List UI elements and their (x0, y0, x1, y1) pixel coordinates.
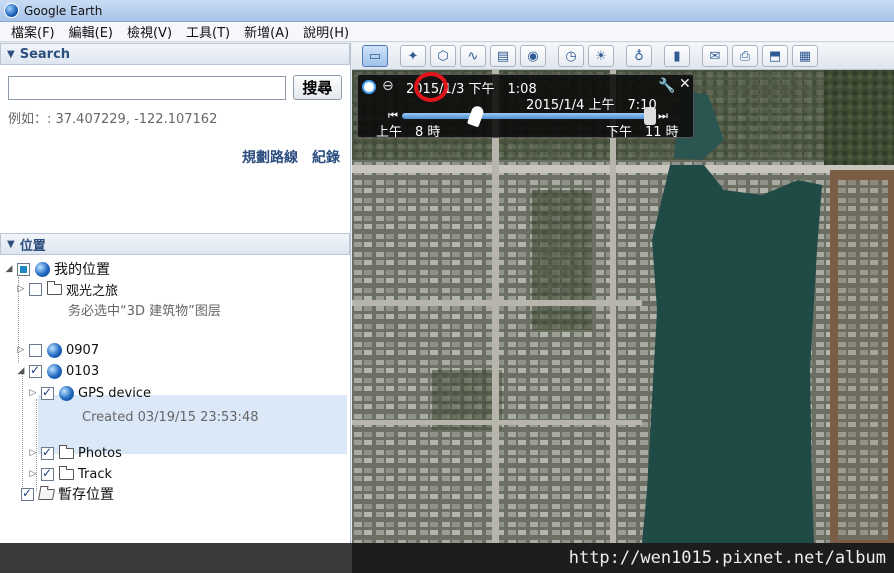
menu-view[interactable]: 檢視(V) (120, 22, 179, 41)
toolbar: ▭ ✦ ⬡ ∿ ▤ ◉ ◷ ☀ ♁ ▮ ✉ ⎙ ⬒ ▦ (352, 43, 894, 70)
time-slider-panel: ⊖ 2015/1/3 下午 1:08 2015/1/4 上午 7:10 🔧 ✕ … (357, 74, 694, 140)
expanded-arrow-icon[interactable]: ◢ (16, 366, 26, 376)
tree-row-photos[interactable]: ▷ Photos (28, 443, 122, 463)
history-link[interactable]: 紀錄 (312, 147, 340, 167)
folder-icon (59, 465, 74, 480)
collapsed-arrow-icon[interactable]: ▷ (28, 469, 38, 479)
tree-label: 我的位置 (54, 262, 110, 278)
ruler-icon[interactable]: ▮ (664, 45, 690, 67)
search-input[interactable] (8, 75, 286, 100)
tree-label: 观光之旅 (66, 283, 119, 299)
tree-row-0103[interactable]: ◢ 0103 (16, 361, 99, 381)
tree-row-temporary-places[interactable]: 暫存位置 (8, 484, 114, 504)
checkbox[interactable] (17, 262, 30, 276)
search-button[interactable]: 搜尋 (292, 75, 342, 100)
search-panel-header[interactable]: ▼ Search (0, 43, 350, 65)
clock-icon[interactable] (362, 80, 376, 94)
tree-connector (22, 373, 23, 501)
search-hint: 例如：: 37.407229, -122.107162 (8, 112, 218, 127)
placemark-icon[interactable]: ✦ (400, 45, 426, 67)
folder-icon (59, 444, 74, 459)
time-range-start-label: 上午 8 時 (376, 125, 441, 140)
expanded-arrow-icon[interactable]: ◢ (4, 264, 14, 274)
watermark: http://wen1015.pixnet.net/album (352, 543, 894, 573)
planet-icon[interactable]: ♁ (626, 45, 652, 67)
tree-row-track[interactable]: ▷ Track (28, 464, 112, 484)
directions-link[interactable]: 規劃路線 (242, 147, 298, 167)
checkbox[interactable] (29, 363, 42, 378)
tour-description: 务必选中“3D 建筑物”图层 (68, 304, 221, 319)
tree-label: Track (78, 466, 113, 482)
checkbox[interactable] (41, 445, 54, 460)
time-current-label: 2015/1/4 上午 7:10 (526, 98, 657, 113)
print-icon[interactable]: ⎙ (732, 45, 758, 67)
menu-file[interactable]: 檔案(F) (4, 22, 62, 41)
zoom-out-icon[interactable]: ⊖ (382, 78, 394, 94)
globe-icon (35, 261, 50, 277)
collapsed-arrow-icon[interactable]: ▷ (28, 388, 38, 398)
email-icon[interactable]: ✉ (702, 45, 728, 67)
collapse-triangle-icon[interactable]: ▼ (7, 239, 15, 250)
tree-label: 0103 (66, 363, 100, 379)
tree-label: GPS device (78, 385, 151, 401)
checkbox[interactable] (29, 343, 42, 357)
checkbox[interactable] (41, 466, 54, 481)
places-tree: ◢ 我的位置 ▷ 观光之旅 务必选中“3D 建筑物”图层 ▷ 0907 ◢ 01… (0, 255, 350, 543)
globe-icon (47, 363, 62, 379)
tree-label: Photos (78, 445, 122, 461)
time-range-end-label: 下午 11 時 (606, 125, 679, 140)
menu-tools[interactable]: 工具(T) (179, 22, 237, 41)
time-slider-handle[interactable] (466, 104, 486, 128)
historical-imagery-icon[interactable]: ◷ (558, 45, 584, 67)
left-panel: ▼ Search 搜尋 例如：: 37.407229, -122.107162 … (0, 43, 351, 543)
annotation-red-circle (414, 72, 448, 102)
tree-row-gps-device[interactable]: ▷ GPS device (28, 383, 151, 403)
checkbox[interactable] (29, 282, 42, 296)
checkbox[interactable] (21, 486, 34, 501)
collapsed-arrow-icon[interactable]: ▷ (16, 345, 26, 355)
close-icon[interactable]: ✕ (679, 76, 691, 92)
google-earth-icon (4, 3, 19, 18)
polygon-icon[interactable]: ⬡ (430, 45, 456, 67)
window-title: Google Earth (24, 3, 103, 18)
tree-label: 0907 (66, 342, 100, 358)
sidebar-toggle-icon[interactable]: ▭ (362, 45, 388, 67)
open-folder-icon (38, 488, 55, 500)
map-view[interactable] (352, 70, 894, 543)
image-overlay-icon[interactable]: ▤ (490, 45, 516, 67)
places-panel-header[interactable]: ▼ 位置 (0, 233, 350, 255)
folder-icon (47, 280, 62, 295)
tree-row-0907[interactable]: ▷ 0907 (16, 340, 99, 360)
search-panel-title: Search (19, 46, 71, 62)
view-in-maps-icon[interactable]: ▦ (792, 45, 818, 67)
collapsed-arrow-icon[interactable]: ▷ (16, 284, 26, 294)
menu-edit[interactable]: 編輯(E) (62, 22, 120, 41)
collapse-triangle-icon[interactable]: ▼ (7, 49, 15, 60)
search-panel: 搜尋 例如：: 37.407229, -122.107162 規劃路線 紀錄 (0, 65, 350, 233)
tree-row-my-places[interactable]: ◢ 我的位置 (4, 259, 110, 279)
save-image-icon[interactable]: ⬒ (762, 45, 788, 67)
sunlight-icon[interactable]: ☀ (588, 45, 614, 67)
tree-label: 暫存位置 (58, 487, 114, 503)
record-tour-icon[interactable]: ◉ (520, 45, 546, 67)
menu-bar: 檔案(F) 編輯(E) 檢視(V) 工具(T) 新增(A) 說明(H) (0, 22, 894, 42)
menu-add[interactable]: 新增(A) (237, 22, 296, 41)
time-slider-track[interactable] (402, 113, 656, 119)
menu-help[interactable]: 說明(H) (296, 22, 356, 41)
title-bar: Google Earth (0, 0, 894, 22)
checkbox[interactable] (41, 385, 54, 400)
places-panel-title: 位置 (19, 238, 46, 254)
globe-icon (59, 385, 74, 401)
satellite-imagery (352, 70, 894, 543)
wrench-icon[interactable]: 🔧 (658, 78, 675, 94)
tree-row-tour[interactable]: ▷ 观光之旅 (16, 279, 118, 299)
gps-created-timestamp: Created 03/19/15 23:53:48 (82, 410, 259, 425)
path-icon[interactable]: ∿ (460, 45, 486, 67)
collapsed-arrow-icon[interactable]: ▷ (28, 448, 38, 458)
globe-icon (47, 342, 62, 358)
